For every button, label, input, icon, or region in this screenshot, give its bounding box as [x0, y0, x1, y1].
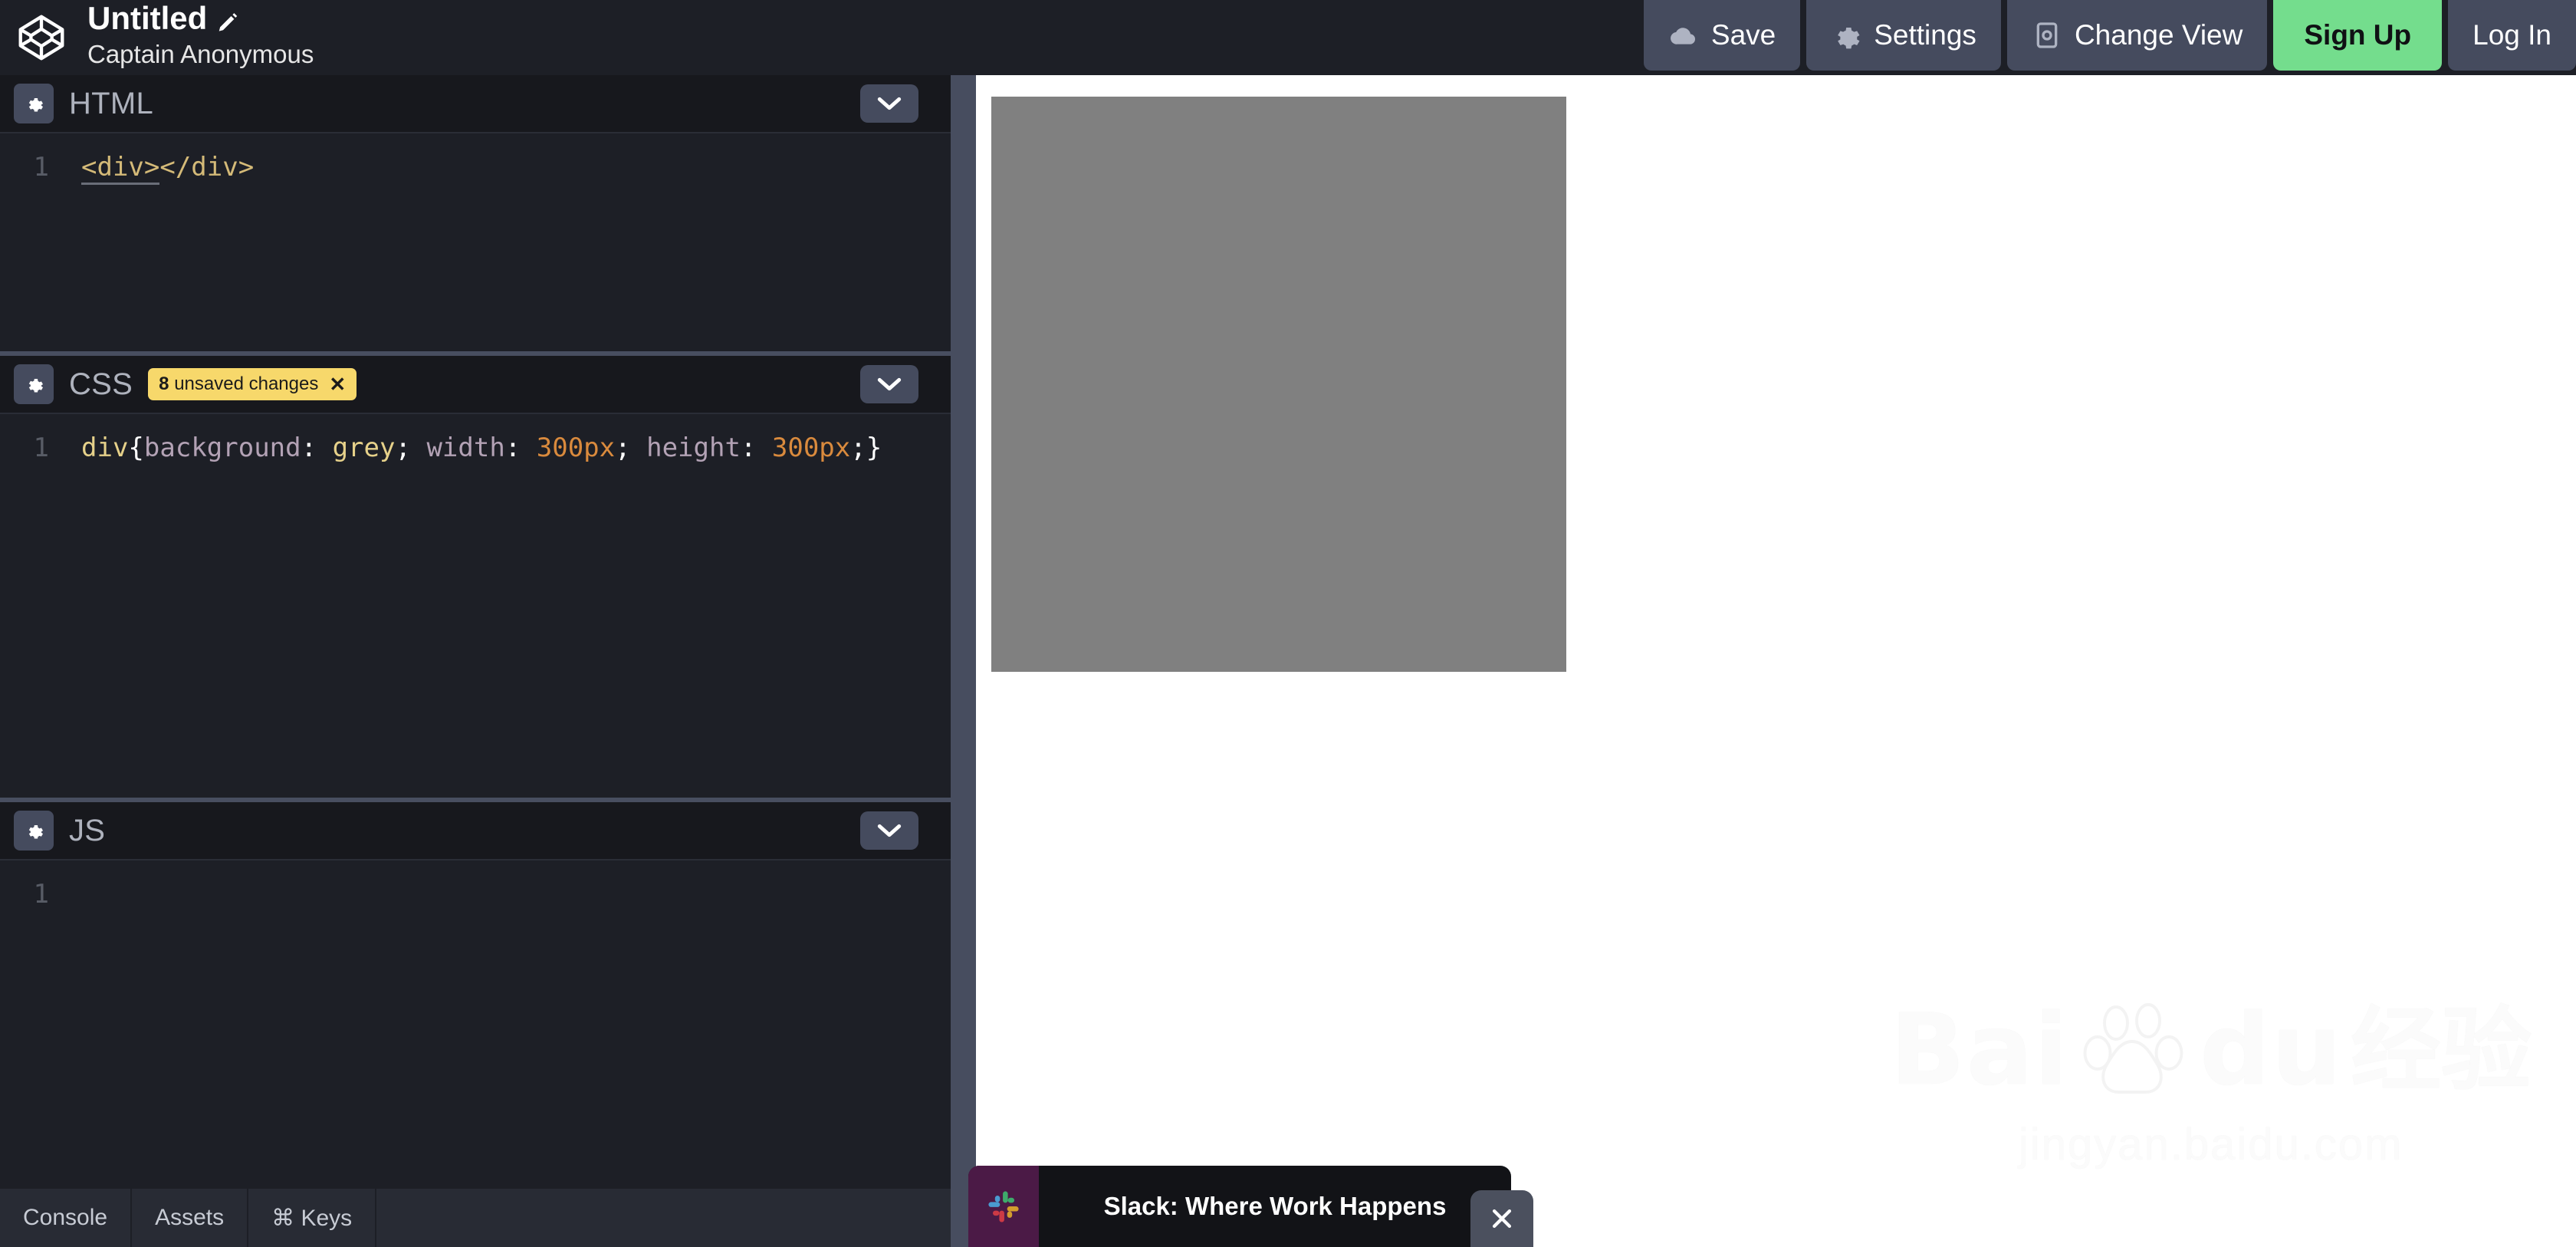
js-panel-title: JS	[69, 813, 106, 847]
html-open-tag: <div>	[81, 152, 160, 185]
page-title: Untitled	[87, 0, 208, 36]
top-bar-actions: Save Settings Change View Sign Up Log In	[1643, 0, 2576, 75]
code-line: 1	[0, 874, 951, 914]
codepen-editor-app: Untitled Captain Anonymous Save Settings…	[0, 0, 2576, 1247]
pencil-icon[interactable]	[216, 7, 239, 31]
unsaved-changes-badge[interactable]: 8 unsaved changes ✕	[148, 368, 357, 400]
unsaved-count: 8	[159, 373, 169, 394]
pen-meta: Untitled Captain Anonymous	[83, 0, 314, 71]
css-panel-header: CSS 8 unsaved changes ✕	[0, 356, 951, 414]
pen-author[interactable]: Captain Anonymous	[87, 35, 314, 71]
sign-up-label: Sign Up	[2304, 19, 2412, 51]
css-editor-panel: CSS 8 unsaved changes ✕ 1 div{background…	[0, 356, 951, 802]
baidu-paw-icon	[2077, 993, 2192, 1108]
css-colon-3: :	[740, 433, 757, 463]
css-collapse-chevron-down-icon[interactable]	[860, 365, 918, 403]
preview-pane[interactable]: Bai du 经验 jingyan.baidu.com	[976, 75, 2576, 1247]
log-in-label: Log In	[2472, 19, 2551, 51]
js-code-area[interactable]: 1	[0, 860, 951, 1187]
css-panel-title: CSS	[69, 367, 133, 401]
unsaved-changes-text: 8 unsaved changes	[159, 373, 318, 395]
watermark-chinese: 经验	[2350, 1000, 2532, 1101]
save-button[interactable]: Save	[1643, 0, 1801, 71]
html-settings-gear-icon[interactable]	[14, 84, 54, 123]
css-prop-height: height	[646, 433, 741, 463]
css-value-height: 300px	[771, 433, 851, 463]
js-editor-panel: JS 1	[0, 802, 951, 1189]
code-line: 1 div{background: grey; width: 300px; he…	[0, 428, 951, 468]
css-prop-width: width	[426, 433, 505, 463]
js-settings-gear-icon[interactable]	[14, 811, 54, 851]
pen-title-row: Untitled	[87, 2, 314, 35]
assets-button[interactable]: Assets	[132, 1189, 249, 1247]
change-view-label: Change View	[2074, 19, 2243, 51]
settings-label: Settings	[1874, 19, 1976, 51]
css-semi-2: ;	[615, 433, 631, 463]
device-view-icon	[2032, 20, 2062, 51]
settings-button[interactable]: Settings	[1806, 0, 2001, 71]
html-code-text: <div></div>	[49, 147, 254, 187]
rendered-div-box	[991, 97, 1566, 672]
html-code-area[interactable]: 1 <div></div>	[0, 133, 951, 354]
slack-ad-text: Slack: Where Work Happens	[1103, 1192, 1447, 1220]
gear-icon	[1831, 20, 1861, 51]
footer-spacer	[376, 1189, 951, 1247]
css-value-grey: grey	[332, 433, 396, 463]
watermark-brand-2: du	[2200, 993, 2343, 1107]
top-bar: Untitled Captain Anonymous Save Settings…	[0, 0, 2576, 75]
codepen-logo-icon[interactable]	[0, 0, 83, 75]
watermark-url: jingyan.baidu.com	[2018, 1120, 2404, 1170]
slack-logo-icon	[968, 1166, 1039, 1247]
css-semi-3: ;	[850, 433, 866, 463]
css-settings-gear-icon[interactable]	[14, 364, 54, 404]
log-in-button[interactable]: Log In	[2448, 0, 2576, 71]
html-panel-title: HTML	[69, 86, 154, 120]
css-code-text: div{background: grey; width: 300px; heig…	[49, 428, 882, 468]
unsaved-dismiss-close-icon[interactable]: ✕	[329, 374, 346, 394]
html-panel-header: HTML	[0, 75, 951, 133]
js-panel-header: JS	[0, 802, 951, 860]
sign-up-button[interactable]: Sign Up	[2273, 0, 2443, 71]
css-brace-open: {	[128, 433, 144, 463]
js-collapse-chevron-down-icon[interactable]	[860, 811, 918, 850]
editor-footer-bar: Console Assets ⌘ Keys	[0, 1189, 951, 1247]
watermark-logo-row: Bai du 经验	[1890, 993, 2532, 1108]
ad-close-icon[interactable]	[1470, 1190, 1533, 1247]
console-button[interactable]: Console	[0, 1189, 133, 1247]
css-colon-2: :	[504, 433, 521, 463]
css-selector: div	[81, 433, 129, 463]
editor-column: HTML 1 <div></div> CSS 8 unsaved changes…	[0, 75, 951, 1247]
editor-preview-resize-handle[interactable]	[951, 75, 976, 1247]
line-number: 1	[33, 433, 49, 463]
watermark-brand: Bai	[1890, 993, 2070, 1107]
css-brace-close: }	[866, 433, 882, 463]
baidu-watermark: Bai du 经验 jingyan.baidu.com	[1890, 993, 2532, 1170]
change-view-button[interactable]: Change View	[2006, 0, 2268, 71]
keyboard-shortcuts-button[interactable]: ⌘ Keys	[248, 1189, 377, 1247]
save-label: Save	[1710, 19, 1776, 51]
css-semi-1: ;	[395, 433, 411, 463]
unsaved-label: unsaved changes	[174, 373, 319, 394]
css-colon-1: :	[301, 433, 317, 463]
html-editor-panel: HTML 1 <div></div>	[0, 75, 951, 356]
code-line: 1 <div></div>	[0, 147, 951, 187]
css-value-width: 300px	[536, 433, 616, 463]
css-code-area[interactable]: 1 div{background: grey; width: 300px; he…	[0, 414, 951, 801]
line-number: 1	[33, 879, 49, 910]
css-prop-background: background	[143, 433, 301, 463]
html-close-tag: </div>	[159, 152, 255, 183]
slack-ad-banner[interactable]: Slack: Where Work Happens	[968, 1166, 1511, 1247]
line-number: 1	[33, 152, 49, 183]
cloud-icon	[1668, 20, 1699, 51]
html-collapse-chevron-down-icon[interactable]	[860, 84, 918, 123]
